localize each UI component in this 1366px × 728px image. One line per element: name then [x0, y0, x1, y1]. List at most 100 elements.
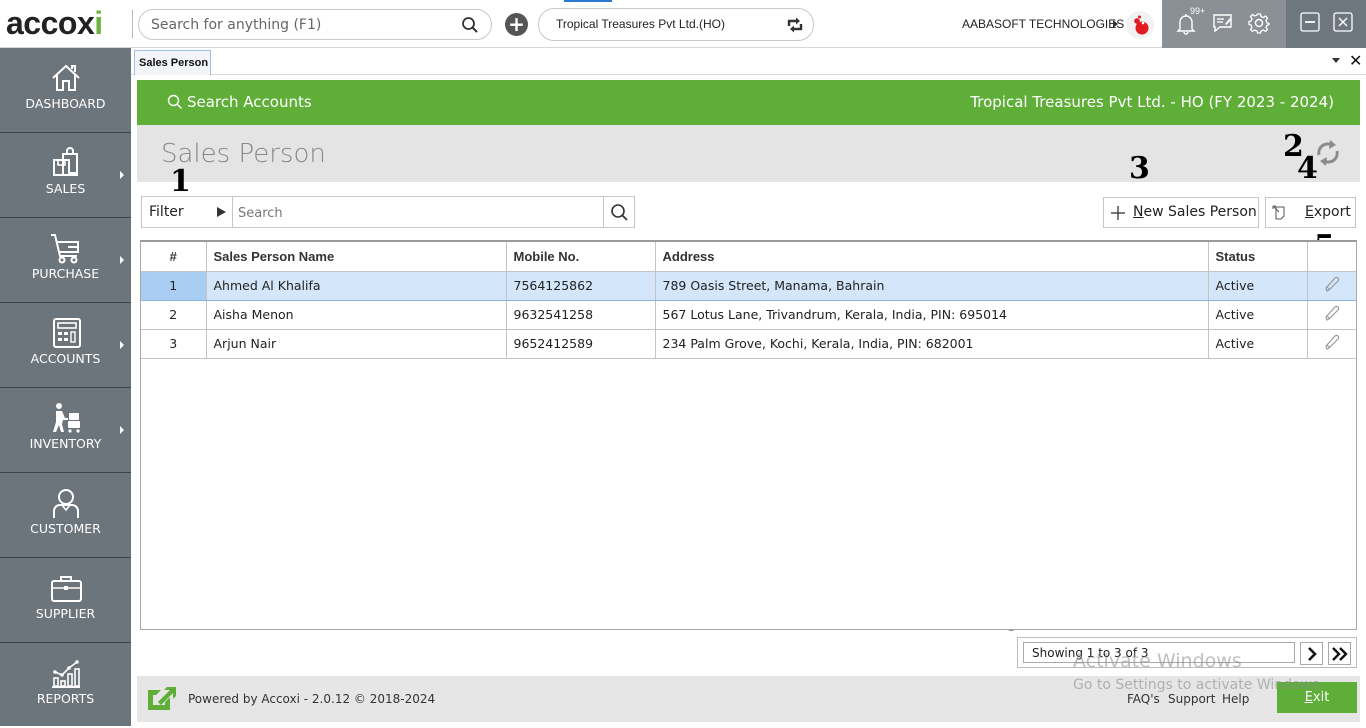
help-link[interactable]: Help	[1222, 692, 1249, 706]
switch-company-icon[interactable]	[785, 16, 805, 38]
submenu-arrow-icon	[120, 256, 124, 264]
column-header-address[interactable]: Address	[655, 242, 1209, 272]
table-row[interactable]: 2 Aisha Menon 9632541258 567 Lotus Lane, Tr…	[141, 300, 1356, 330]
sidebar-label: REPORTS	[36, 691, 95, 706]
accoxi-logo: accoxi	[6, 5, 103, 41]
company-fy-title: Tropical Treasures Pvt Ltd. - HO (FY 202…	[970, 93, 1334, 111]
submenu-arrow-icon	[120, 341, 124, 349]
notification-badge: 99+	[1190, 6, 1206, 16]
add-new-button[interactable]: +	[505, 13, 528, 36]
close-tab-icon[interactable]: ✕	[1349, 51, 1362, 70]
address: 234 Palm Grove, Kochi, Kerala, India, PI…	[655, 329, 1209, 359]
table-row[interactable]: 1 Ahmed Al Khalifa 7564125862 789 Oasis Str…	[141, 271, 1356, 301]
filter-expand-icon[interactable]	[217, 207, 226, 217]
edit-button[interactable]	[1307, 329, 1356, 359]
shopping-bag-icon	[53, 147, 78, 176]
inventory-icon	[53, 403, 80, 433]
user-icon	[53, 489, 79, 518]
column-header-mobile[interactable]: Mobile No.	[506, 242, 656, 272]
row-number: 1	[141, 271, 207, 301]
table-row[interactable]: 3 Arjun Nair 9652412589 234 Palm Grove, Koc…	[141, 329, 1356, 359]
home-icon	[52, 64, 80, 91]
search-input[interactable]	[238, 203, 598, 223]
support-link[interactable]: Support	[1168, 692, 1215, 706]
column-header-name[interactable]: Sales Person Name	[206, 242, 507, 272]
status: Active	[1208, 329, 1308, 359]
address: 789 Oasis Street, Manama, Bahrain	[655, 271, 1209, 301]
address: 567 Lotus Lane, Trivandrum, Kerala, Indi…	[655, 300, 1209, 330]
double-chevron-right-icon	[1331, 647, 1348, 661]
pencil-icon	[1325, 334, 1339, 350]
submenu-arrow-icon	[120, 171, 124, 179]
toolbar-icons-area	[1162, 0, 1286, 48]
export-button[interactable]: Export	[1265, 197, 1356, 228]
minimize-icon[interactable]	[1300, 12, 1320, 36]
message-icon[interactable]	[1212, 12, 1234, 38]
edit-button[interactable]	[1307, 300, 1356, 330]
last-page-button[interactable]	[1328, 642, 1351, 665]
annotation-marker-4: 4	[1297, 151, 1318, 186]
faq-link[interactable]: FAQ's	[1127, 692, 1160, 706]
column-header-actions	[1307, 242, 1356, 272]
chevron-right-icon	[1307, 647, 1317, 661]
column-header-status[interactable]: Status	[1208, 242, 1308, 272]
cart-icon	[51, 234, 79, 264]
new-sales-person-label: New Sales Person	[1133, 204, 1257, 220]
next-page-button[interactable]	[1300, 642, 1323, 665]
tab-sales-person[interactable]: Sales Person	[134, 50, 211, 75]
sidebar-label: INVENTORY	[29, 436, 102, 451]
annotation-marker-3: 3	[1129, 151, 1150, 186]
sidebar-item-customer[interactable]: CUSTOMER	[0, 473, 131, 558]
sales-person-name: Ahmed Al Khalifa	[206, 271, 507, 301]
document-tabs: Sales Person ✕	[131, 48, 1366, 75]
close-app-icon[interactable]	[1333, 12, 1353, 36]
sidebar-label: DASHBOARD	[25, 96, 106, 111]
sidebar-item-reports[interactable]: REPORTS	[0, 643, 131, 728]
sales-person-grid: # Sales Person Name Mobile No. Address S…	[140, 240, 1357, 630]
sidebar-item-accounts[interactable]: ACCOUNTS	[0, 303, 131, 388]
logo-divider	[132, 10, 133, 38]
new-sales-person-button[interactable]: New Sales Person	[1103, 197, 1259, 228]
pencil-icon	[1325, 305, 1339, 321]
edit-button[interactable]	[1307, 271, 1356, 301]
company-selector[interactable]: Tropical Treasures Pvt Ltd.(HO)	[538, 8, 814, 41]
tab-list-dropdown-icon[interactable]	[1332, 58, 1340, 63]
gear-icon[interactable]	[1248, 12, 1270, 38]
sidebar: DASHBOARD SALES PURCHASE ACCOUNTS INVENT…	[0, 48, 131, 726]
annotation-marker-1: 1	[170, 164, 191, 199]
global-search[interactable]	[138, 9, 492, 40]
caret-right-icon[interactable]	[1113, 20, 1118, 28]
page-title-bar: Sales Person	[137, 125, 1360, 182]
filter-button[interactable]: Filter	[149, 204, 184, 220]
sidebar-label: SALES	[45, 181, 86, 196]
sidebar-item-supplier[interactable]: SUPPLIER	[0, 558, 131, 643]
briefcase-icon	[51, 576, 82, 602]
search-icon	[167, 94, 182, 109]
sidebar-item-dashboard[interactable]: DASHBOARD	[0, 48, 131, 133]
search-button[interactable]	[604, 197, 634, 227]
search-icon[interactable]	[461, 16, 479, 38]
global-search-input[interactable]	[151, 15, 451, 35]
mobile-number: 9652412589	[506, 329, 656, 359]
sidebar-item-inventory[interactable]: INVENTORY	[0, 388, 131, 473]
bell-icon[interactable]	[1176, 12, 1196, 40]
plus-icon	[1111, 206, 1125, 220]
active-indicator	[564, 0, 612, 2]
submenu-arrow-icon	[120, 426, 124, 434]
mobile-number: 7564125862	[506, 271, 656, 301]
sidebar-label: CUSTOMER	[30, 521, 101, 536]
user-avatar[interactable]	[1126, 11, 1154, 39]
export-label: Export	[1305, 204, 1351, 220]
organization-name[interactable]: AABASOFT TECHNOLOGIES	[962, 17, 1124, 31]
export-icon	[1272, 205, 1285, 220]
sidebar-item-sales[interactable]: SALES	[0, 133, 131, 218]
search-accounts-button[interactable]: Search Accounts	[167, 93, 312, 111]
activate-windows-watermark: Activate Windows	[1073, 650, 1242, 672]
activate-windows-subtext: Go to Settings to activate Windows.	[1073, 677, 1324, 693]
sidebar-label: PURCHASE	[31, 266, 100, 281]
column-header-number[interactable]: #	[141, 242, 207, 272]
accoxi-footer-logo-icon	[145, 686, 177, 716]
sidebar-item-purchase[interactable]: PURCHASE	[0, 218, 131, 303]
powered-by-text: Powered by Accoxi - 2.0.12 © 2018-2024	[188, 692, 436, 706]
avatar-logo-icon	[1134, 15, 1149, 35]
